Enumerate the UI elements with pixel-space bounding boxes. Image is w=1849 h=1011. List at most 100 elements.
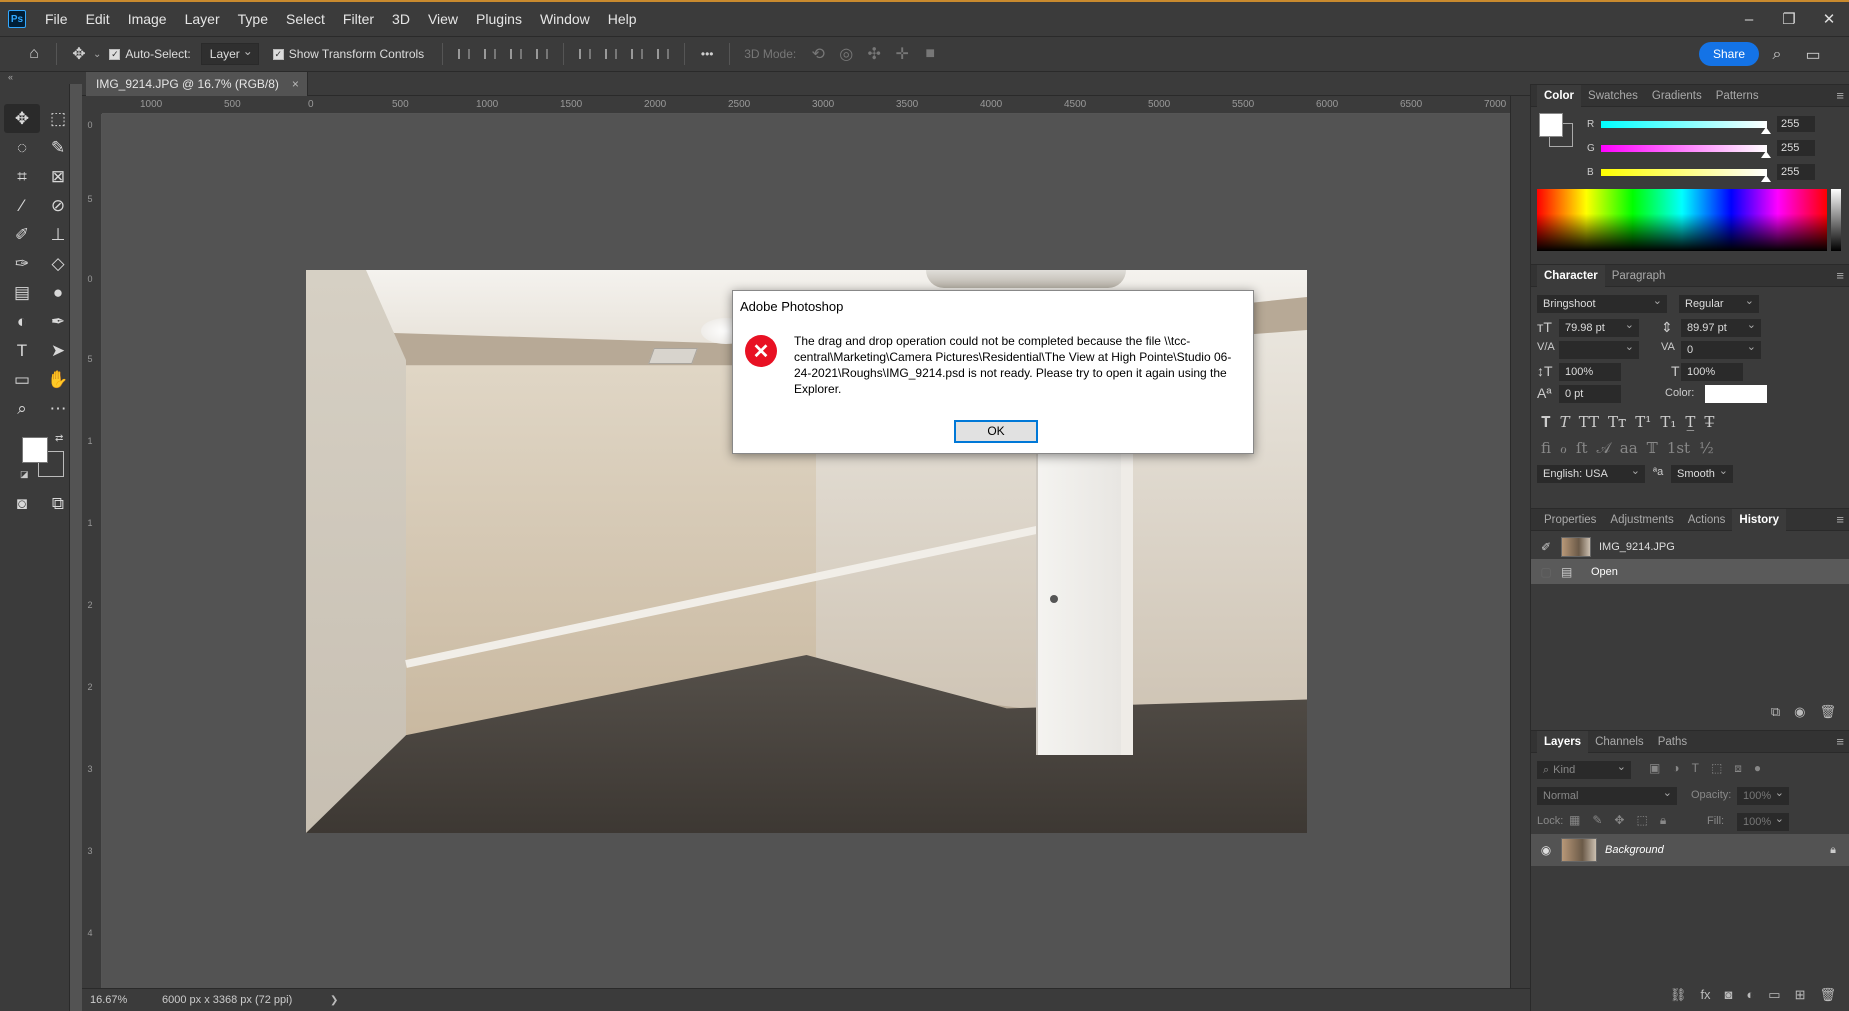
contextual-icon[interactable]: 𝕋 xyxy=(1647,439,1658,457)
foreground-color-swatch[interactable] xyxy=(22,437,48,463)
align-top-icon[interactable] xyxy=(572,41,598,67)
adjustment-filter-icon[interactable]: ◑ xyxy=(1672,761,1679,776)
blend-mode-dropdown[interactable]: Normal xyxy=(1537,785,1677,805)
red-slider[interactable] xyxy=(1601,120,1771,134)
panel-menu-icon[interactable]: ≡ xyxy=(1836,85,1844,107)
toolbar-collapse-arrows[interactable]: « xyxy=(0,72,82,84)
workspace-icon[interactable]: ▭ xyxy=(1799,41,1827,69)
lock-transparent-icon[interactable]: ▦ xyxy=(1569,813,1580,828)
horizontal-scale-field[interactable]: 100% xyxy=(1681,363,1743,381)
brush-tool-icon[interactable]: ✐ xyxy=(4,220,40,249)
menu-edit[interactable]: Edit xyxy=(77,2,119,36)
tab-adjustments[interactable]: Adjustments xyxy=(1603,509,1680,531)
kerning-field[interactable] xyxy=(1559,339,1639,359)
more-options-icon[interactable]: ••• xyxy=(693,40,721,68)
green-value[interactable]: 255 xyxy=(1777,140,1815,156)
gradient-tool-icon[interactable]: ▤ xyxy=(4,278,40,307)
layer-row[interactable]: ◉ Background 🔒︎ xyxy=(1531,834,1849,866)
camera-icon[interactable]: ◉ xyxy=(1794,704,1805,720)
zoom-level[interactable]: 16.67% xyxy=(82,994,152,1006)
menu-view[interactable]: View xyxy=(419,2,467,36)
tab-layers[interactable]: Layers xyxy=(1537,730,1589,753)
3d-camera-icon[interactable]: ■ xyxy=(916,40,944,68)
history-snapshot[interactable]: ✐ IMG_9214.JPG xyxy=(1531,534,1849,559)
new-document-from-state-icon[interactable]: ⧉ xyxy=(1771,704,1780,720)
ligatures-icon[interactable]: ﬁ xyxy=(1541,439,1551,457)
foreground-color-swatch[interactable] xyxy=(1539,113,1563,137)
align-middle-icon[interactable] xyxy=(598,41,624,67)
align-right-icon[interactable] xyxy=(503,41,529,67)
close-window-button[interactable]: ✕ xyxy=(1809,2,1849,36)
trash-icon[interactable]: 🗑︎ xyxy=(1819,987,1836,1003)
panels-collapse-bar[interactable] xyxy=(1530,72,1849,84)
tab-actions[interactable]: Actions xyxy=(1681,509,1733,531)
lock-all-icon[interactable]: 🔒︎ xyxy=(1660,813,1666,828)
leading-field[interactable]: 89.97 pt xyxy=(1681,317,1761,337)
more-tools-icon[interactable]: ⋯ xyxy=(40,394,76,423)
font-family-dropdown[interactable]: Bringshoot xyxy=(1537,293,1667,313)
home-icon[interactable]: ⌂ xyxy=(20,40,48,68)
default-colors-icon[interactable]: ◪ xyxy=(20,469,29,480)
tab-history[interactable]: History xyxy=(1732,508,1787,531)
panel-menu-icon[interactable]: ≡ xyxy=(1836,509,1844,531)
hand-tool-icon[interactable]: ✋ xyxy=(40,365,76,394)
font-style-dropdown[interactable]: Regular xyxy=(1679,293,1759,313)
green-slider[interactable] xyxy=(1601,144,1771,158)
opacity-field[interactable]: 100% xyxy=(1737,785,1789,805)
menu-type[interactable]: Type xyxy=(229,2,277,36)
tab-swatches[interactable]: Swatches xyxy=(1581,85,1645,107)
new-adjustment-layer-icon[interactable]: ◐ xyxy=(1746,987,1754,1003)
lock-artboard-icon[interactable]: ⬚ xyxy=(1636,813,1647,828)
menu-layer[interactable]: Layer xyxy=(176,2,229,36)
all-caps-icon[interactable]: TT xyxy=(1579,413,1599,431)
clone-stamp-tool-icon[interactable]: ⊥ xyxy=(40,220,76,249)
distribute-vertical-icon[interactable] xyxy=(650,41,676,67)
eraser-tool-icon[interactable]: ◇ xyxy=(40,249,76,278)
align-bottom-icon[interactable] xyxy=(624,41,650,67)
healing-brush-tool-icon[interactable]: ⊘ xyxy=(40,191,76,220)
history-brush-source-icon[interactable]: ✐ xyxy=(1531,540,1561,554)
faux-bold-icon[interactable]: 𝐓 xyxy=(1541,413,1551,431)
vertical-scrollbar[interactable] xyxy=(1510,96,1530,988)
quick-mask-icon[interactable]: ◙ xyxy=(4,489,40,518)
menu-image[interactable]: Image xyxy=(119,2,176,36)
blue-slider[interactable] xyxy=(1601,168,1771,182)
pen-tool-icon[interactable]: ✒ xyxy=(40,307,76,336)
red-value[interactable]: 255 xyxy=(1777,116,1815,132)
auto-select-checkbox[interactable]: ✓ xyxy=(109,48,121,60)
panel-menu-icon[interactable]: ≡ xyxy=(1836,731,1844,753)
auto-select-target-dropdown[interactable]: Layer xyxy=(200,41,259,65)
tab-color[interactable]: Color xyxy=(1537,84,1582,107)
font-size-field[interactable]: 79.98 pt xyxy=(1559,317,1639,337)
search-icon[interactable]: ⌕ xyxy=(1763,41,1791,69)
blue-value[interactable]: 255 xyxy=(1777,164,1815,180)
strikethrough-icon[interactable]: T̶ xyxy=(1704,413,1714,431)
minimize-button[interactable]: – xyxy=(1729,2,1769,36)
type-tool-icon[interactable]: T xyxy=(4,336,40,365)
lock-image-icon[interactable]: ✎ xyxy=(1592,813,1602,828)
lasso-tool-icon[interactable]: ◌ xyxy=(4,133,40,162)
titling-icon[interactable]: aa xyxy=(1620,439,1638,457)
add-mask-icon[interactable]: ◙ xyxy=(1725,987,1733,1003)
ordinals-icon[interactable]: 1st xyxy=(1667,439,1690,457)
link-layers-icon[interactable]: ⛓︎ xyxy=(1670,987,1687,1003)
menu-plugins[interactable]: Plugins xyxy=(467,2,531,36)
fill-field[interactable]: 100% xyxy=(1737,811,1789,831)
marquee-tool-icon[interactable]: ⬚ xyxy=(40,104,76,133)
move-tool-icon[interactable]: ✥ xyxy=(65,40,93,68)
tab-patterns[interactable]: Patterns xyxy=(1709,85,1766,107)
pixel-filter-icon[interactable]: ▣ xyxy=(1649,761,1660,776)
type-filter-icon[interactable]: T xyxy=(1692,761,1699,776)
faux-italic-icon[interactable]: 𝑇 xyxy=(1560,413,1570,431)
document-tab[interactable]: IMG_9214.JPG @ 16.7% (RGB/8) × xyxy=(86,72,308,96)
color-spectrum[interactable] xyxy=(1537,189,1827,251)
superscript-icon[interactable]: T¹ xyxy=(1635,413,1651,431)
history-source-checkbox[interactable]: ▢ xyxy=(1531,565,1561,579)
tab-channels[interactable]: Channels xyxy=(1588,731,1651,753)
screen-mode-icon[interactable]: ⧉ xyxy=(40,489,76,518)
dodge-tool-icon[interactable]: ◐ xyxy=(4,307,40,336)
3d-slide-icon[interactable]: ✛ xyxy=(888,40,916,68)
crop-tool-icon[interactable]: ⌗ xyxy=(4,162,40,191)
antialias-dropdown[interactable]: Smooth xyxy=(1671,463,1733,483)
lock-position-icon[interactable]: ✥ xyxy=(1614,813,1624,828)
